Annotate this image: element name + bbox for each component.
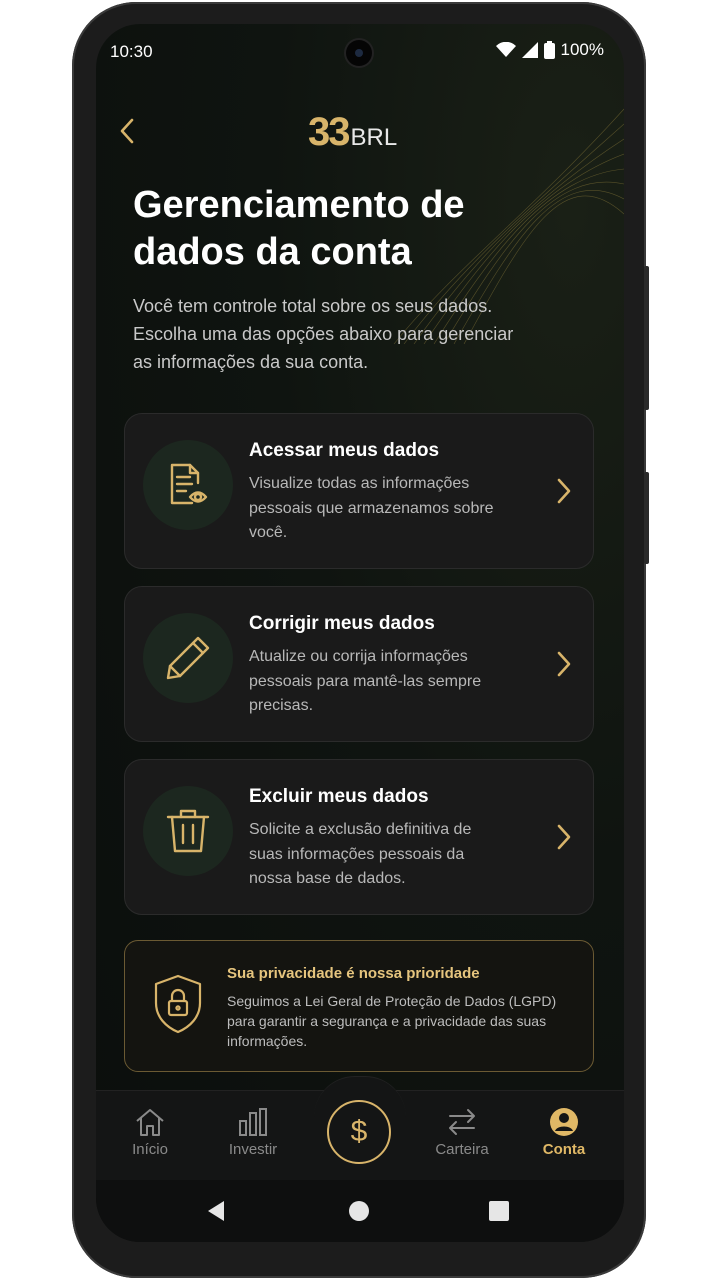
- status-bar: 10:30 100%: [96, 24, 624, 80]
- nav-label: Conta: [542, 1141, 586, 1158]
- nav-item-inicio[interactable]: Início: [100, 1107, 200, 1158]
- trash-icon: [166, 809, 210, 853]
- user-icon: [550, 1108, 578, 1136]
- option-delete-data[interactable]: Excluir meus dados Solicite a exclusão d…: [124, 759, 594, 915]
- nav-item-investir[interactable]: Investir: [203, 1107, 303, 1158]
- logo-number: 33: [308, 110, 350, 154]
- option-title: Acessar meus dados: [249, 440, 440, 461]
- nav-label: Início: [132, 1141, 168, 1158]
- nav-label: Carteira: [435, 1141, 489, 1158]
- privacy-notice: Sua privacidade é nossa prioridade Segui…: [124, 940, 594, 1072]
- option-description: Visualize todas as informações pessoais …: [249, 475, 494, 541]
- document-eye-icon: [170, 463, 208, 505]
- battery-percent: 100%: [560, 40, 604, 59]
- front-camera: [346, 40, 372, 66]
- transfer-icon: [449, 1109, 475, 1135]
- option-title: Corrigir meus dados: [249, 613, 435, 634]
- nav-item-carteira[interactable]: Carteira: [412, 1107, 512, 1158]
- page-title: Gerenciamento de dados da conta: [133, 184, 465, 273]
- privacy-title: Sua privacidade é nossa prioridade: [227, 965, 480, 982]
- chevron-right-icon: [557, 651, 571, 677]
- logo-currency: BRL: [350, 124, 398, 151]
- chevron-right-icon: [557, 824, 571, 850]
- signal-icon: [521, 42, 538, 58]
- back-arrow-icon[interactable]: [116, 116, 140, 146]
- brand-logo: 33 BRL: [308, 110, 397, 155]
- center-dollar-button[interactable]: $: [327, 1100, 391, 1164]
- pencil-icon: [166, 636, 210, 680]
- option-title: Excluir meus dados: [249, 786, 429, 807]
- option-icon-container: [143, 440, 233, 530]
- bar-chart-icon: [239, 1108, 267, 1136]
- power-button: [644, 266, 649, 410]
- chevron-right-icon: [557, 478, 571, 504]
- app-screen: 10:30 100% 33 BRL Gerenciamento de dados…: [96, 24, 624, 1242]
- option-description: Solicite a exclusão definitiva de suas i…: [249, 821, 472, 887]
- system-recents-icon[interactable]: [488, 1200, 510, 1222]
- status-time: 10:30: [110, 42, 153, 61]
- nav-item-conta[interactable]: Conta: [514, 1107, 614, 1158]
- system-nav-bar: [96, 1180, 624, 1242]
- system-back-icon[interactable]: [206, 1200, 226, 1222]
- option-description: Atualize ou corrija informações pessoais…: [249, 648, 482, 714]
- battery-icon: [543, 41, 555, 59]
- shield-lock-icon: [154, 974, 202, 1034]
- option-correct-data[interactable]: Corrigir meus dados Atualize ou corrija …: [124, 586, 594, 742]
- wifi-icon: [495, 42, 516, 57]
- system-home-icon[interactable]: [348, 1200, 370, 1222]
- status-icons: 100%: [495, 40, 604, 60]
- home-icon: [136, 1109, 164, 1136]
- volume-button: [644, 472, 649, 564]
- nav-label: Investir: [228, 1141, 278, 1158]
- option-access-data[interactable]: Acessar meus dados Visualize todas as in…: [124, 413, 594, 569]
- option-icon-container: [143, 613, 233, 703]
- dollar-icon: $: [350, 1115, 368, 1148]
- page-subtitle: Você tem controle total sobre os seus da…: [133, 296, 514, 372]
- privacy-text: Seguimos a Lei Geral de Proteção de Dado…: [227, 993, 557, 1049]
- option-icon-container: [143, 786, 233, 876]
